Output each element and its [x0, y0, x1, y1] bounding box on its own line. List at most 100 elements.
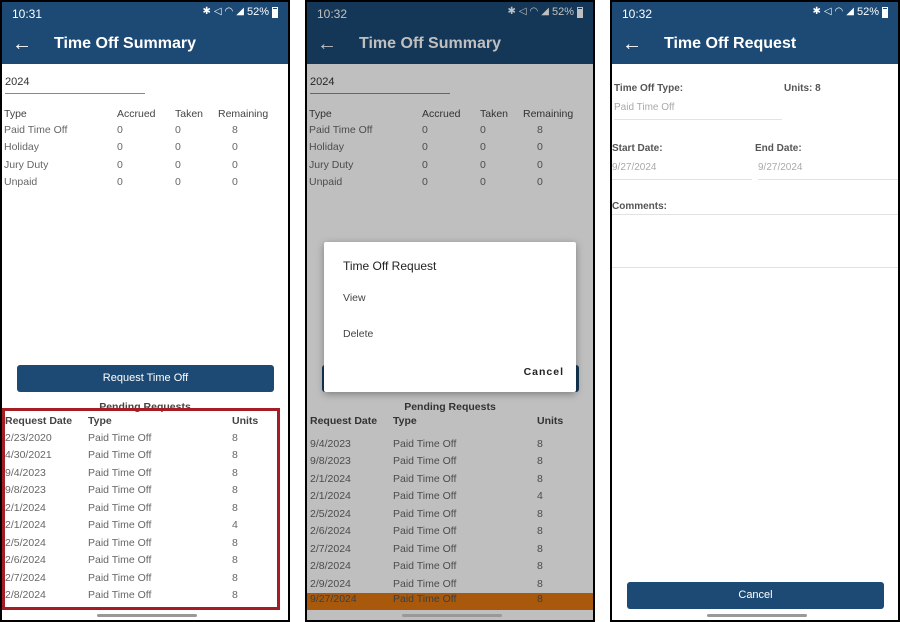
wifi-icon: ◠ — [834, 6, 844, 17]
cell-type: Paid Time Off — [88, 554, 152, 566]
page-title: Time Off Summary — [54, 35, 196, 52]
summary-row: Jury Duty 0 0 0 — [2, 159, 288, 176]
pending-row[interactable]: 2/8/2024 Paid Time Off 8 — [2, 589, 288, 606]
cell-date: 2/1/2024 — [5, 502, 46, 514]
screen-time-off-summary-dialog: 10:32 ✱ ◁ ◠ ◢ 52% ← Time Off Summary 202… — [305, 0, 595, 622]
cell-accrued: 0 — [117, 159, 123, 171]
cell-accrued: 0 — [117, 176, 123, 188]
cell-units: 8 — [232, 537, 238, 549]
units-label: Units: 8 — [784, 83, 821, 94]
cell-type: Paid Time Off — [88, 502, 152, 514]
pending-row[interactable]: 2/1/2024 Paid Time Off 4 — [2, 519, 288, 536]
app-bar: ← Time Off Request — [612, 26, 898, 64]
gesture-nav-bar[interactable] — [402, 614, 502, 617]
status-time: 10:31 — [12, 7, 43, 21]
cell-date: 2/23/2020 — [5, 432, 52, 444]
pending-row[interactable]: 4/30/2021 Paid Time Off 8 — [2, 449, 288, 466]
summary-header: Type Accrued Taken Remaining — [2, 108, 288, 125]
screen-time-off-request: 10:32 ✱ ◁ ◠ ◢ 52% ← Time Off Request Tim… — [610, 0, 900, 622]
cell-units: 8 — [232, 467, 238, 479]
status-bar: 10:32 ✱ ◁ ◠ ◢ 52% — [612, 2, 898, 26]
end-date-field[interactable]: 9/27/2024 — [758, 162, 898, 180]
col-accrued: Accrued — [117, 108, 156, 120]
cell-units: 8 — [232, 484, 238, 496]
status-bar: 10:31 ✱ ◁ ◠ ◢ 52% — [2, 2, 288, 26]
year-field[interactable]: 2024 — [5, 76, 145, 94]
cell-units: 8 — [232, 432, 238, 444]
cell-taken: 0 — [175, 124, 181, 136]
cell-date: 2/8/2024 — [5, 589, 46, 601]
gesture-nav-bar[interactable] — [707, 614, 807, 617]
cell-date: 2/6/2024 — [5, 554, 46, 566]
start-date-field[interactable]: 9/27/2024 — [612, 162, 752, 180]
cell-type: Paid Time Off — [88, 519, 152, 531]
battery-percent: 52% — [856, 6, 879, 18]
cell-type: Paid Time Off — [88, 589, 152, 601]
time-off-type-field[interactable]: Paid Time Off — [614, 102, 782, 120]
battery-percent: 52% — [246, 6, 269, 18]
cell-type: Paid Time Off — [88, 432, 152, 444]
back-arrow-icon[interactable]: ← — [622, 32, 642, 56]
status-icons: ✱ ◁ ◠ ◢ 52% — [202, 6, 278, 18]
dialog-title: Time Off Request — [343, 259, 437, 273]
screen-time-off-summary: 10:31 ✱ ◁ ◠ ◢ 52% ← Time Off Summary 202… — [0, 0, 290, 622]
request-time-off-button[interactable]: Request Time Off — [17, 365, 274, 392]
status-time: 10:32 — [622, 7, 653, 21]
cell-type: Paid Time Off — [88, 467, 152, 479]
cell-type: Paid Time Off — [88, 537, 152, 549]
cell-remaining: 0 — [232, 176, 238, 188]
pending-row[interactable]: 2/5/2024 Paid Time Off 8 — [2, 537, 288, 554]
cell-date: 9/8/2023 — [5, 484, 46, 496]
back-arrow-icon[interactable]: ← — [12, 32, 32, 56]
cell-type: Holiday — [4, 141, 40, 153]
pending-row[interactable]: 2/7/2024 Paid Time Off 8 — [2, 572, 288, 589]
mute-icon: ◁ — [213, 6, 222, 17]
cell-date: 2/5/2024 — [5, 537, 46, 549]
cancel-button[interactable]: Cancel — [627, 582, 884, 609]
battery-icon — [272, 6, 278, 18]
pending-row[interactable]: 2/6/2024 Paid Time Off 8 — [2, 554, 288, 571]
cell-date: 2/1/2024 — [5, 519, 46, 531]
cell-date: 4/30/2021 — [5, 449, 52, 461]
summary-row: Unpaid 0 0 0 — [2, 176, 288, 193]
pending-row[interactable]: 2/23/2020 Paid Time Off 8 — [2, 432, 288, 449]
comments-label: Comments: — [612, 201, 668, 212]
end-date-label: End Date: — [755, 143, 802, 154]
cell-date: 2/7/2024 — [5, 572, 46, 584]
bluetooth-icon: ✱ — [812, 6, 821, 17]
cell-taken: 0 — [175, 159, 181, 171]
cell-taken: 0 — [175, 176, 181, 188]
col-remaining: Remaining — [218, 108, 269, 120]
app-bar: ← Time Off Summary — [2, 26, 288, 64]
col-type: Type — [88, 415, 112, 427]
cell-date: 9/4/2023 — [5, 467, 46, 479]
col-request-date: Request Date — [5, 415, 73, 427]
col-units: Units — [232, 415, 259, 427]
start-date-label: Start Date: — [612, 143, 663, 154]
signal-icon: ◢ — [846, 6, 854, 17]
cell-remaining: 0 — [232, 141, 238, 153]
cell-type: Paid Time Off — [4, 124, 68, 136]
bluetooth-icon: ✱ — [202, 6, 211, 17]
cell-type: Paid Time Off — [88, 484, 152, 496]
cell-taken: 0 — [175, 141, 181, 153]
cell-accrued: 0 — [117, 124, 123, 136]
cell-accrued: 0 — [117, 141, 123, 153]
mute-icon: ◁ — [823, 6, 832, 17]
cell-units: 8 — [232, 449, 238, 461]
signal-icon: ◢ — [236, 6, 244, 17]
battery-icon — [882, 6, 888, 18]
pending-row[interactable]: 2/1/2024 Paid Time Off 8 — [2, 502, 288, 519]
comments-field[interactable] — [612, 214, 898, 268]
wifi-icon: ◠ — [224, 6, 234, 17]
dialog-cancel-button[interactable]: Cancel — [524, 366, 564, 378]
view-menu-item[interactable]: View — [343, 292, 366, 304]
cell-units: 8 — [232, 502, 238, 514]
pending-row[interactable]: 9/8/2023 Paid Time Off 8 — [2, 484, 288, 501]
gesture-nav-bar[interactable] — [97, 614, 197, 617]
cell-type: Paid Time Off — [88, 572, 152, 584]
col-type: Type — [4, 108, 27, 120]
pending-row[interactable]: 9/4/2023 Paid Time Off 8 — [2, 467, 288, 484]
delete-menu-item[interactable]: Delete — [343, 328, 373, 340]
summary-row: Paid Time Off 0 0 8 — [2, 124, 288, 141]
